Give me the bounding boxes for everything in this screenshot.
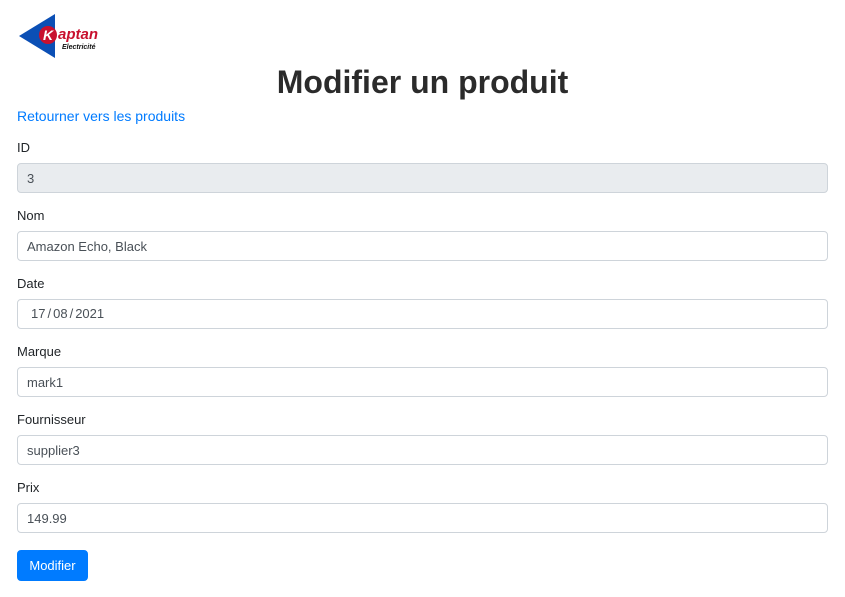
marque-input[interactable] <box>17 367 828 397</box>
date-label: Date <box>17 276 45 291</box>
page-title: Modifier un produit <box>276 64 569 100</box>
date-separator: / <box>69 306 74 321</box>
field-marque: Marque <box>17 342 828 397</box>
modifier-button[interactable]: Modifier <box>17 550 88 581</box>
date-day[interactable]: 17 <box>31 300 45 328</box>
field-nom: Nom <box>17 206 828 261</box>
date-month[interactable]: 08 <box>53 300 67 328</box>
date-year[interactable]: 2021 <box>75 300 104 328</box>
kaptan-logo: K aptan Electricité <box>17 12 107 60</box>
back-to-products-link[interactable]: Retourner vers les produits <box>17 107 185 125</box>
logo-tagline: Electricité <box>62 44 96 51</box>
prix-input[interactable] <box>17 503 828 533</box>
field-prix: Prix <box>17 478 828 533</box>
nom-label: Nom <box>17 208 45 223</box>
logo-name: aptan <box>58 26 98 43</box>
marque-label: Marque <box>17 344 62 359</box>
logo-letter: K <box>43 27 54 43</box>
field-date: Date 17/08/2021 <box>17 274 828 329</box>
id-input[interactable] <box>17 163 828 193</box>
date-input[interactable]: 17/08/2021 <box>17 299 828 329</box>
field-fournisseur: Fournisseur <box>17 410 828 465</box>
id-label: ID <box>17 140 30 155</box>
date-separator: / <box>47 306 52 321</box>
fournisseur-input[interactable] <box>17 435 828 465</box>
field-id: ID <box>17 138 828 193</box>
product-edit-form: ID Nom Date 17/08/2021 Marque Fournisseu… <box>17 137 828 533</box>
prix-label: Prix <box>17 480 40 495</box>
nom-input[interactable] <box>17 231 828 261</box>
fournisseur-label: Fournisseur <box>17 412 86 427</box>
